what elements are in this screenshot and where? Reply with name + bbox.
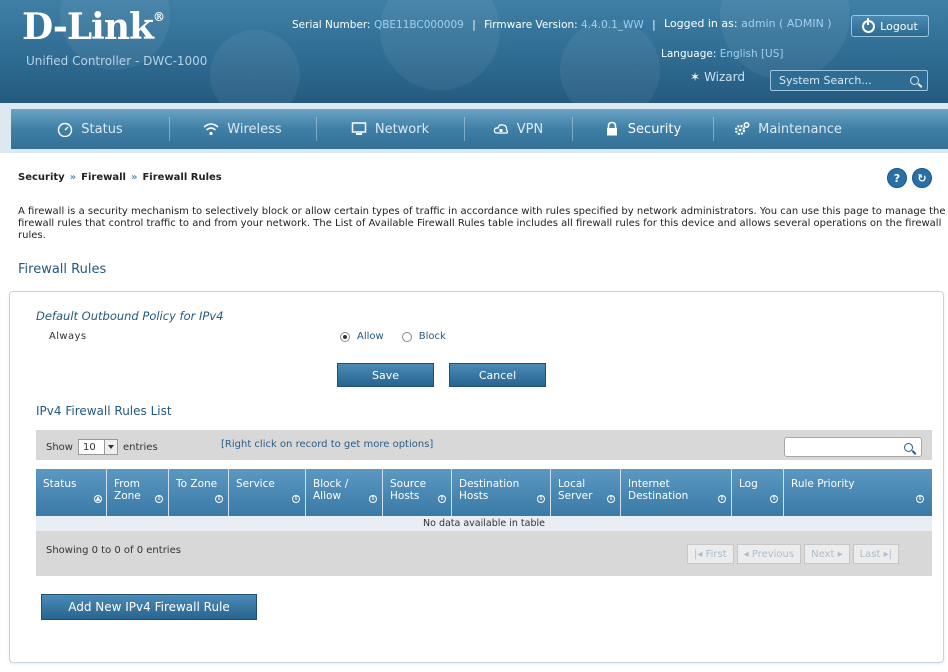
- header-bar: D-Link® Unified Controller - DWC-1000 Se…: [0, 0, 948, 103]
- first-page-icon: |◂: [694, 548, 706, 560]
- nav-network[interactable]: Network: [316, 109, 464, 149]
- device-info: Serial Number: QBE11BC000009 | Firmware …: [292, 19, 656, 31]
- power-icon: [862, 17, 876, 33]
- monitor-icon: [351, 122, 367, 135]
- context-hint: [Right click on record to get more optio…: [221, 439, 434, 450]
- column-block-allow[interactable]: Block / Allow ⇕: [306, 469, 383, 516]
- add-firewall-rule-button[interactable]: Add New IPv4 Firewall Rule: [41, 594, 257, 620]
- breadcrumb-firewall-rules: Firewall Rules: [142, 172, 222, 183]
- system-search-input[interactable]: System Search...: [770, 70, 928, 91]
- cancel-button[interactable]: Cancel: [449, 363, 546, 387]
- policy-title: Default Outbound Policy for IPv4: [36, 309, 224, 323]
- breadcrumb: Security» Firewall» Firewall Rules: [18, 172, 222, 183]
- table-header: Status ▲ From Zone ⇕ To Zone ⇕ Service ⇕ Blo…: [36, 469, 932, 516]
- empty-table-message: No data available in table: [36, 516, 932, 531]
- logged-in-user: Logged in as: admin ( ADMIN ): [664, 17, 832, 30]
- last-page-button[interactable]: Last ▸|: [852, 544, 900, 564]
- search-icon: [904, 442, 913, 452]
- save-button[interactable]: Save: [337, 363, 434, 387]
- list-title: IPv4 Firewall Rules List: [36, 404, 172, 418]
- entries-select[interactable]: 10: [77, 439, 118, 455]
- column-rule-priority[interactable]: Rule Priority ⇕: [784, 469, 932, 516]
- search-icon: [910, 76, 919, 85]
- pagination: |◂ First ◂ Previous Next ▸ Last ▸|: [687, 544, 900, 564]
- table-footer: Showing 0 to 0 of 0 entries |◂ First ◂ P…: [36, 531, 932, 576]
- table-toolbar: Show 10 entries [Right click on record t…: [36, 430, 932, 460]
- gears-icon: [735, 122, 750, 136]
- wifi-icon: [203, 123, 219, 136]
- app-window: D-Link® Unified Controller - DWC-1000 Se…: [0, 0, 948, 672]
- last-page-icon: ▸|: [880, 548, 893, 560]
- column-to-zone[interactable]: To Zone ⇕: [169, 469, 229, 516]
- column-from-zone[interactable]: From Zone ⇕: [107, 469, 169, 516]
- nav-maintenance[interactable]: Maintenance: [713, 109, 863, 149]
- first-page-button[interactable]: |◂ First: [687, 544, 734, 564]
- entries-summary: Showing 0 to 0 of 0 entries: [46, 545, 181, 556]
- logout-button[interactable]: Logout: [851, 15, 929, 37]
- allow-radio[interactable]: [340, 331, 350, 342]
- language-selector[interactable]: Language: English [US]: [661, 48, 784, 60]
- gauge-icon: [58, 122, 73, 137]
- policy-row-label: Always: [49, 331, 87, 342]
- nav-wireless[interactable]: Wireless: [169, 109, 316, 149]
- wand-icon: ✶: [690, 70, 701, 84]
- column-log[interactable]: Log ⇕: [732, 469, 784, 516]
- breadcrumb-security[interactable]: Security: [18, 172, 65, 183]
- firmware-version: 4.4.0.1_WW: [581, 19, 644, 31]
- refresh-icon[interactable]: ↻: [912, 168, 932, 188]
- page-description: A firewall is a security mechanism to se…: [18, 206, 946, 241]
- column-source-hosts[interactable]: Source Hosts ⇕: [383, 469, 452, 516]
- chevron-down-icon: [103, 440, 117, 454]
- block-radio[interactable]: [401, 331, 412, 342]
- column-status[interactable]: Status ▲: [36, 469, 107, 516]
- nav-status[interactable]: Status: [11, 109, 169, 149]
- next-page-icon: ▸: [834, 548, 843, 560]
- column-service[interactable]: Service ⇕: [229, 469, 306, 516]
- brand-logo: D-Link®: [22, 6, 165, 48]
- cloud-lock-icon: [493, 124, 508, 134]
- policy-options: Allow Block: [340, 331, 446, 342]
- previous-page-button[interactable]: ◂ Previous: [736, 544, 802, 564]
- column-destination-hosts[interactable]: Destination Hosts ⇕: [452, 469, 551, 516]
- previous-page-icon: ◂: [743, 548, 752, 560]
- help-icon[interactable]: ?: [887, 168, 907, 188]
- product-subtitle: Unified Controller - DWC-1000: [26, 54, 208, 68]
- nav-security[interactable]: Security: [572, 109, 713, 149]
- column-internet-destination[interactable]: Internet Destination ⇕: [621, 469, 732, 516]
- main-nav: Status Wireless Network VPN Security Mai…: [0, 103, 948, 153]
- wizard-link[interactable]: ✶ Wizard: [690, 70, 745, 84]
- table-search-input[interactable]: [784, 437, 922, 457]
- breadcrumb-firewall[interactable]: Firewall: [81, 172, 126, 183]
- column-local-server[interactable]: Local Server ⇕: [551, 469, 621, 516]
- nav-vpn[interactable]: VPN: [464, 109, 572, 149]
- lock-icon: [606, 121, 617, 136]
- serial-number: QBE11BC000009: [373, 19, 464, 31]
- page-title: Firewall Rules: [18, 262, 107, 277]
- next-page-button[interactable]: Next ▸: [804, 544, 850, 564]
